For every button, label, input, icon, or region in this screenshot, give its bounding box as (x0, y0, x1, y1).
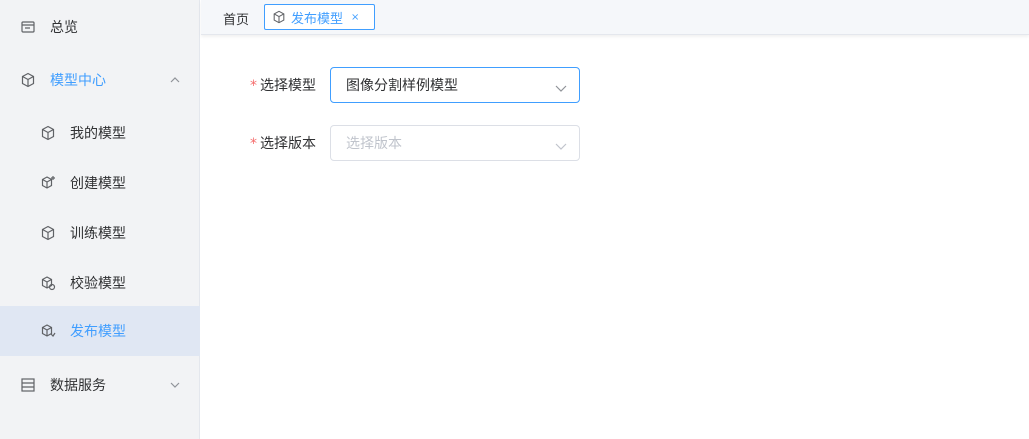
sidebar: 总览 模型中心 我的模型 创建模型 训练模型 校验模型 发布模型 数据服务 (0, 0, 200, 439)
sidebar-item-model-center[interactable]: 模型中心 (0, 55, 200, 105)
form-row-version: * 选择版本 选择版本 (250, 125, 580, 161)
version-select[interactable]: 选择版本 (330, 125, 580, 161)
sidebar-item-train-model[interactable]: 训练模型 (0, 208, 200, 258)
sidebar-item-create-model[interactable]: 创建模型 (0, 158, 200, 208)
model-select[interactable]: 图像分割样例模型 (330, 67, 580, 103)
sidebar-item-label: 模型中心 (50, 73, 106, 89)
form-row-model: * 选择模型 图像分割样例模型 (250, 67, 580, 103)
tab-publish-model[interactable]: 发布模型 × (264, 4, 375, 30)
overview-icon (20, 19, 36, 35)
version-select-placeholder: 选择版本 (346, 136, 402, 152)
required-mark: * (250, 136, 257, 152)
required-mark: * (250, 78, 257, 94)
sidebar-item-my-models[interactable]: 我的模型 (0, 108, 200, 158)
sidebar-item-label: 训练模型 (70, 226, 126, 242)
sidebar-item-label: 数据服务 (50, 378, 106, 394)
tab-label: 发布模型 (291, 11, 344, 27)
sidebar-item-label: 我的模型 (70, 126, 126, 142)
sidebar-item-publish-model[interactable]: 发布模型 (0, 306, 200, 356)
sidebar-item-label: 创建模型 (70, 176, 126, 192)
model-select-value: 图像分割样例模型 (346, 78, 458, 94)
cube-icon (40, 125, 56, 141)
sidebar-item-label: 总览 (50, 20, 78, 36)
cube-icon (20, 72, 36, 88)
cube-plus-icon (40, 175, 56, 191)
chevron-down-icon (170, 378, 180, 388)
close-icon[interactable]: × (351, 12, 359, 23)
chevron-up-icon (170, 73, 180, 83)
sidebar-item-data-service[interactable]: 数据服务 (0, 360, 200, 410)
sidebar-item-label: 校验模型 (70, 276, 126, 292)
sidebar-item-overview[interactable]: 总览 (0, 2, 200, 52)
chevron-down-icon (555, 139, 567, 150)
tab-bar: 首页 发布模型 × (201, 0, 1029, 35)
cube-check-icon (40, 275, 56, 291)
chevron-down-icon (555, 81, 567, 92)
cube-icon (40, 225, 56, 241)
sidebar-item-label: 发布模型 (70, 324, 126, 340)
server-icon (20, 377, 36, 393)
model-label: * 选择模型 (250, 78, 316, 94)
cube-publish-icon (40, 323, 56, 339)
tab-home[interactable]: 首页 (223, 9, 249, 28)
version-label: * 选择版本 (250, 136, 316, 152)
cube-icon (272, 10, 286, 24)
sidebar-item-verify-model[interactable]: 校验模型 (0, 258, 200, 308)
